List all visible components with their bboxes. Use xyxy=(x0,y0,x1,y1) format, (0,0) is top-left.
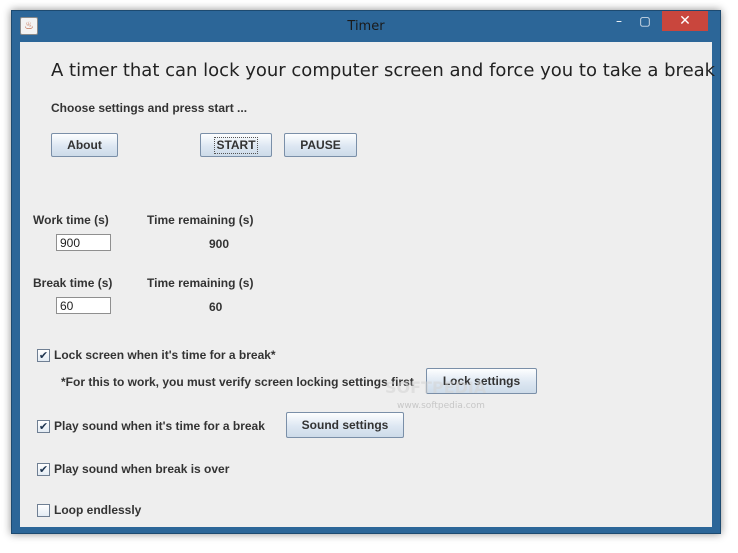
break-remaining-label: Time remaining (s) xyxy=(147,276,254,290)
work-remaining-label: Time remaining (s) xyxy=(147,213,254,227)
close-button[interactable]: ✕ xyxy=(662,11,708,31)
minimize-button[interactable]: – xyxy=(606,11,632,31)
break-time-label: Break time (s) xyxy=(33,276,113,290)
play-sound-over-label: Play sound when break is over xyxy=(54,462,230,476)
start-button[interactable]: START xyxy=(200,133,272,157)
break-time-input[interactable] xyxy=(56,297,111,314)
play-sound-break-label: Play sound when it's time for a break xyxy=(54,419,265,433)
lock-screen-checkbox[interactable]: ✔ xyxy=(37,349,50,362)
play-sound-over-checkbox[interactable]: ✔ xyxy=(37,463,50,476)
softpedia-url-watermark: www.softpedia.com xyxy=(397,401,485,411)
lock-note-text: *For this to work, you must verify scree… xyxy=(61,375,414,389)
instruction-text: Choose settings and press start ... xyxy=(51,101,248,115)
work-time-label: Work time (s) xyxy=(33,213,109,227)
main-panel: A timer that can lock your computer scre… xyxy=(20,42,716,527)
work-time-input[interactable] xyxy=(56,234,111,251)
play-sound-break-checkbox[interactable]: ✔ xyxy=(37,420,50,433)
loop-label: Loop endlessly xyxy=(54,503,142,517)
maximize-button[interactable]: ▢ xyxy=(632,11,658,31)
work-remaining-value: 900 xyxy=(209,237,230,251)
lock-screen-label: Lock screen when it's time for a break* xyxy=(54,348,276,362)
pause-button[interactable]: PAUSE xyxy=(284,133,357,157)
timer-window: ♨ Timer – ▢ ✕ A timer that can lock your… xyxy=(11,10,721,534)
about-button[interactable]: About xyxy=(51,133,118,157)
sound-settings-button[interactable]: Sound settings xyxy=(286,412,404,438)
loop-checkbox[interactable] xyxy=(37,504,50,517)
break-remaining-value: 60 xyxy=(209,300,223,314)
start-button-label: START xyxy=(214,137,258,154)
softpedia-logo-watermark: SOFTPEDIA xyxy=(385,378,487,397)
title-bar[interactable]: ♨ Timer – ▢ ✕ xyxy=(12,11,720,43)
app-heading: A timer that can lock your computer scre… xyxy=(51,60,716,81)
